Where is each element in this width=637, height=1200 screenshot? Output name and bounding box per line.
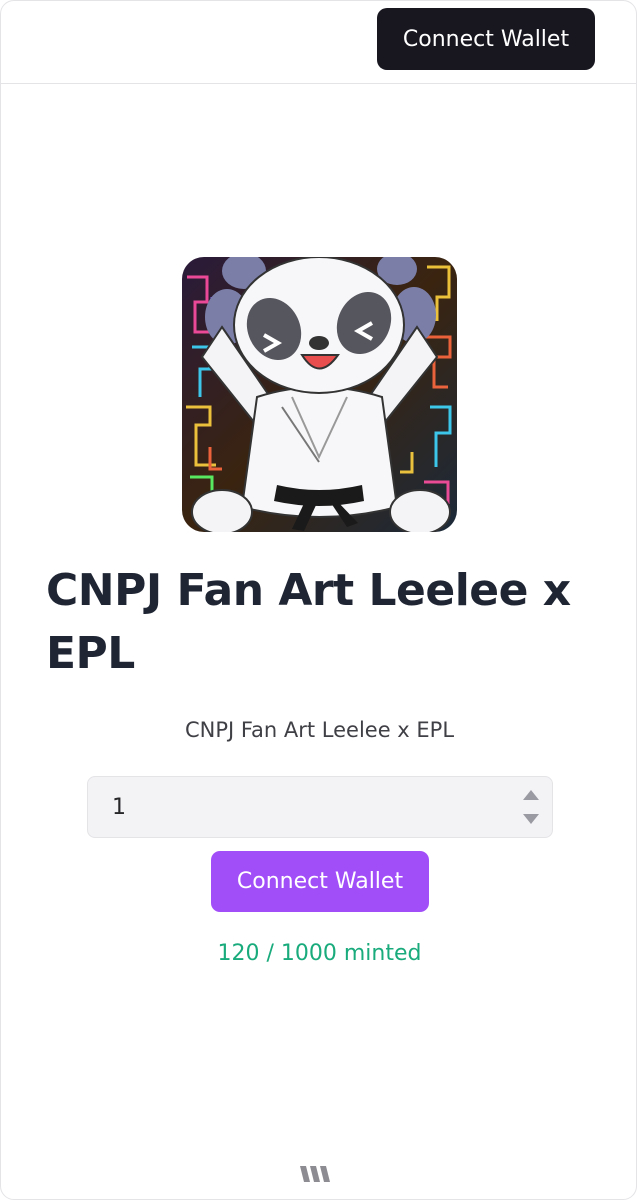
quantity-stepper xyxy=(87,776,553,838)
panda-karate-artwork xyxy=(182,257,457,532)
chevron-down-icon[interactable] xyxy=(520,809,542,829)
collection-title: CNPJ Fan Art Leelee x EPL xyxy=(46,565,571,679)
top-bar: Connect Wallet xyxy=(1,1,636,84)
nft-artwork-image xyxy=(182,257,457,532)
header-connect-wallet-button[interactable]: Connect Wallet xyxy=(377,8,595,70)
mint-connect-wallet-button[interactable]: Connect Wallet xyxy=(211,851,429,912)
collection-description: CNPJ Fan Art Leelee x EPL xyxy=(184,718,455,742)
page-frame: Connect Wallet CNPJ Fan Art Leelee x EPL… xyxy=(0,0,637,1200)
minted-status: 120 / 1000 minted xyxy=(217,941,422,966)
chevron-up-icon[interactable] xyxy=(520,785,542,805)
brand-logo-icon[interactable] xyxy=(298,1163,334,1185)
quantity-input[interactable] xyxy=(88,777,508,837)
